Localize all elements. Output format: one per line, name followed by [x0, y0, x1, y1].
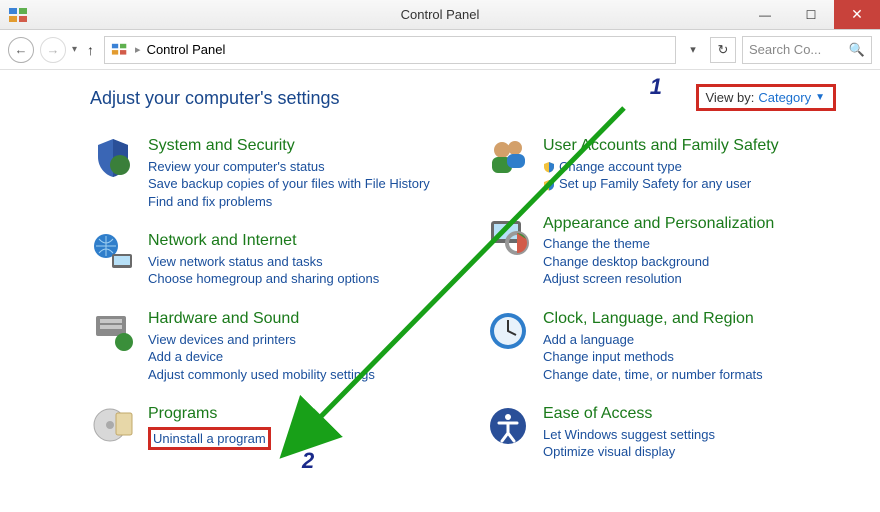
control-panel-icon — [111, 42, 129, 58]
category-title[interactable]: Ease of Access — [543, 403, 715, 425]
refresh-button[interactable]: ↻ — [710, 37, 736, 63]
link-file-history[interactable]: Save backup copies of your files with Fi… — [148, 175, 430, 193]
address-bar[interactable]: ▸ Control Panel — [104, 36, 676, 64]
category-system-security: System and Security Review your computer… — [90, 135, 455, 210]
back-button[interactable]: ← — [8, 37, 34, 63]
search-placeholder: Search Co... — [749, 42, 821, 57]
link-review-status[interactable]: Review your computer's status — [148, 158, 430, 176]
link-mobility[interactable]: Adjust commonly used mobility settings — [148, 366, 375, 384]
view-by-selector[interactable]: View by: Category ▼ — [696, 84, 836, 111]
link-date-time-formats[interactable]: Change date, time, or number formats — [543, 366, 763, 384]
link-fix-problems[interactable]: Find and fix problems — [148, 193, 430, 211]
category-programs: Programs Uninstall a program — [90, 403, 455, 450]
close-button[interactable]: ✕ — [834, 0, 880, 29]
search-input[interactable]: Search Co... 🔍 — [742, 36, 872, 64]
window-titlebar: Control Panel — ☐ ✕ — [0, 0, 880, 30]
category-user-accounts: User Accounts and Family Safety Change a… — [485, 135, 850, 193]
network-icon — [90, 230, 136, 276]
link-desktop-background[interactable]: Change desktop background — [543, 253, 774, 271]
category-ease-of-access: Ease of Access Let Windows suggest setti… — [485, 403, 850, 461]
right-column: User Accounts and Family Safety Change a… — [485, 135, 850, 461]
navigation-bar: ← → ▾ ↑ ▸ Control Panel ▾ ↻ Search Co...… — [0, 30, 880, 70]
link-change-theme[interactable]: Change the theme — [543, 235, 774, 253]
category-title[interactable]: Programs — [148, 403, 271, 425]
uac-shield-icon — [543, 178, 555, 190]
history-dropdown-icon[interactable]: ▾ — [72, 44, 77, 55]
link-suggest-settings[interactable]: Let Windows suggest settings — [543, 426, 715, 444]
maximize-button[interactable]: ☐ — [788, 0, 834, 29]
breadcrumb-separator-icon: ▸ — [135, 43, 141, 56]
link-optimize-display[interactable]: Optimize visual display — [543, 443, 715, 461]
chevron-down-icon: ▼ — [815, 92, 825, 103]
link-devices-printers[interactable]: View devices and printers — [148, 331, 375, 349]
category-title[interactable]: Hardware and Sound — [148, 308, 375, 330]
annotation-1: 1 — [650, 74, 662, 100]
link-add-language[interactable]: Add a language — [543, 331, 763, 349]
link-family-safety[interactable]: Set up Family Safety for any user — [559, 175, 751, 193]
hardware-icon — [90, 308, 136, 354]
system-security-icon — [90, 135, 136, 181]
link-change-account-type[interactable]: Change account type — [559, 158, 682, 176]
search-icon: 🔍 — [849, 42, 865, 58]
user-accounts-icon — [485, 135, 531, 181]
up-button[interactable]: ↑ — [83, 42, 98, 58]
ease-of-access-icon — [485, 403, 531, 449]
category-network-internet: Network and Internet View network status… — [90, 230, 455, 288]
category-title[interactable]: User Accounts and Family Safety — [543, 135, 779, 157]
link-add-device[interactable]: Add a device — [148, 348, 375, 366]
category-appearance: Appearance and Personalization Change th… — [485, 213, 850, 288]
category-title[interactable]: Clock, Language, and Region — [543, 308, 763, 330]
link-screen-resolution[interactable]: Adjust screen resolution — [543, 270, 774, 288]
view-by-value: Category — [758, 90, 811, 105]
programs-icon — [90, 403, 136, 449]
content-area: Adjust your computer's settings View by:… — [0, 70, 880, 461]
category-title[interactable]: System and Security — [148, 135, 430, 157]
link-input-methods[interactable]: Change input methods — [543, 348, 763, 366]
forward-button[interactable]: → — [40, 37, 66, 63]
uac-shield-icon — [543, 160, 555, 172]
control-panel-icon — [8, 7, 28, 23]
appearance-icon — [485, 213, 531, 259]
minimize-button[interactable]: — — [742, 0, 788, 29]
address-dropdown-icon[interactable]: ▾ — [682, 43, 704, 56]
category-clock-language: Clock, Language, and Region Add a langua… — [485, 308, 850, 383]
category-title[interactable]: Network and Internet — [148, 230, 379, 252]
annotation-2: 2 — [302, 448, 314, 474]
address-location: Control Panel — [147, 42, 226, 57]
link-uninstall-program[interactable]: Uninstall a program — [153, 431, 266, 446]
highlight-uninstall: Uninstall a program — [148, 427, 271, 451]
view-by-label: View by: — [705, 90, 754, 105]
link-network-status[interactable]: View network status and tasks — [148, 253, 379, 271]
category-hardware-sound: Hardware and Sound View devices and prin… — [90, 308, 455, 383]
link-homegroup[interactable]: Choose homegroup and sharing options — [148, 270, 379, 288]
category-title[interactable]: Appearance and Personalization — [543, 213, 774, 235]
left-column: System and Security Review your computer… — [90, 135, 455, 461]
clock-icon — [485, 308, 531, 354]
